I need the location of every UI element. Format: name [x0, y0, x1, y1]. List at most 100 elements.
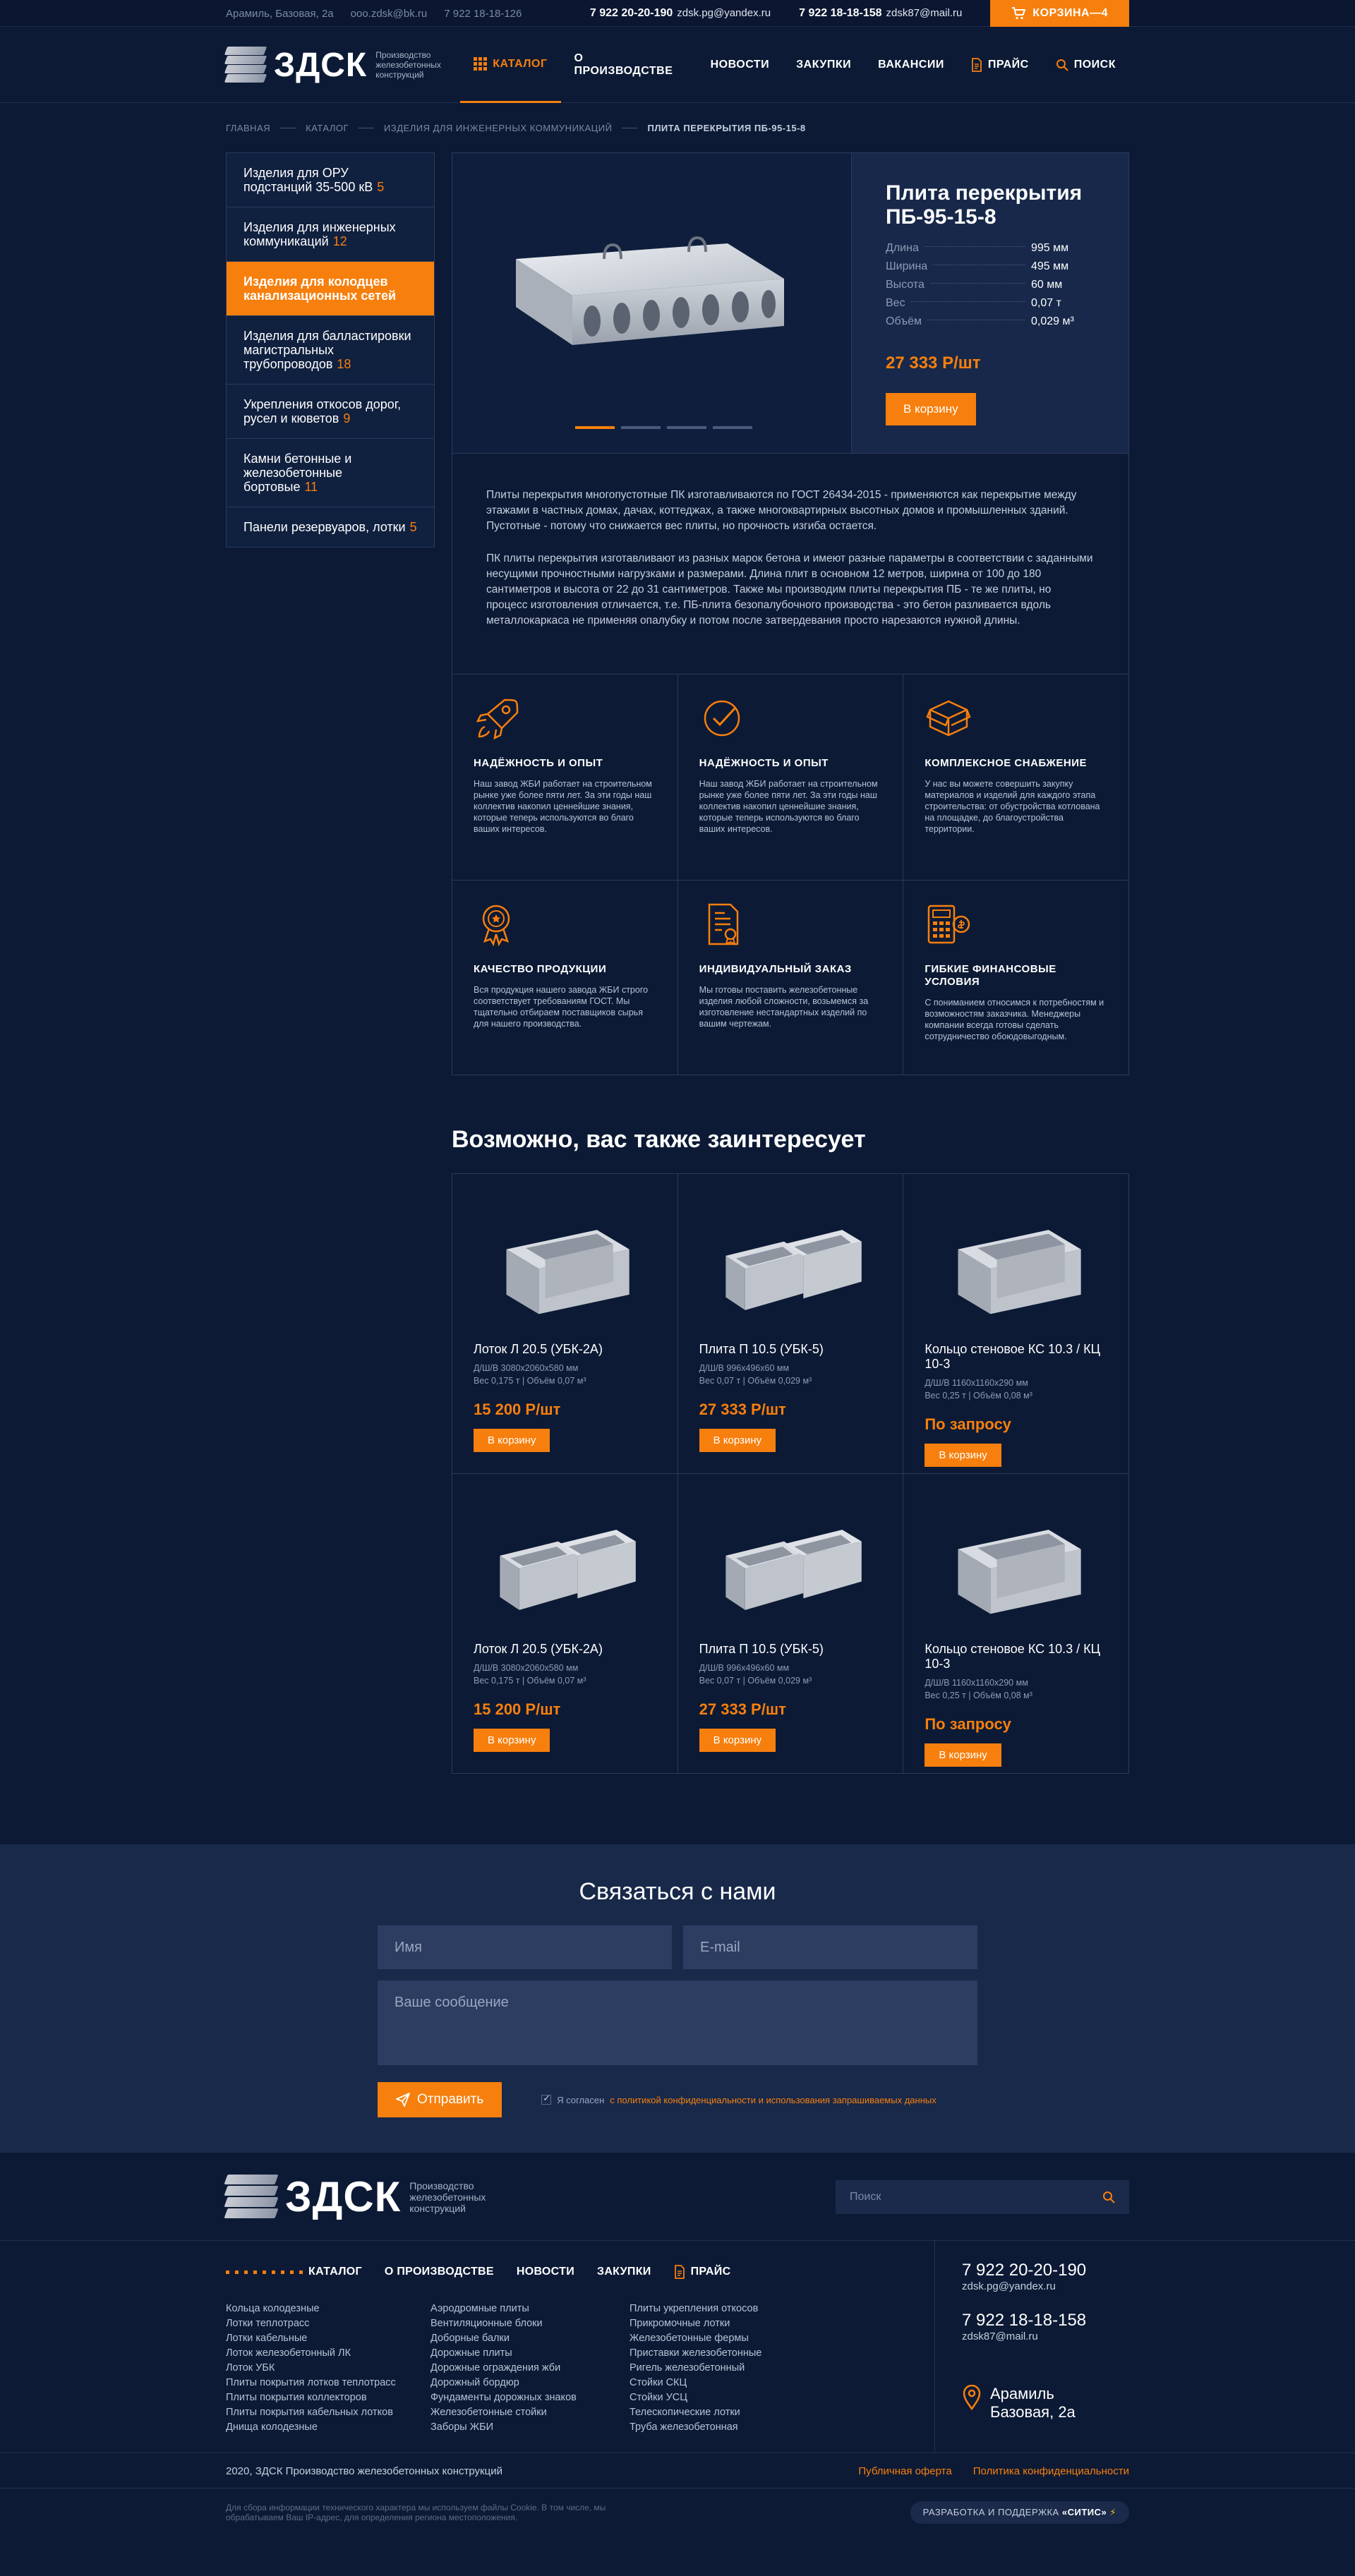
message-textarea[interactable]: Ваше сообщение — [378, 1981, 977, 2065]
nav-news[interactable]: НОВОСТИ — [697, 27, 783, 103]
topbar-email[interactable]: ooo.zdsk@bk.ru — [351, 8, 428, 20]
cart-button[interactable]: КОРЗИНА—4 — [990, 0, 1129, 27]
consent-checkbox-row[interactable]: Я согласен с политикой конфиденциальност… — [541, 2093, 937, 2105]
privacy-policy-footer-link[interactable]: Политика конфиденциальности — [973, 2465, 1129, 2477]
add-to-cart-button[interactable]: В корзину — [886, 393, 976, 425]
related-product-title[interactable]: Плита П 10.5 (УБК-5) — [699, 1642, 882, 1657]
footer-link[interactable]: Телескопические лотки — [630, 2405, 834, 2420]
search-icon[interactable] — [1102, 2191, 1115, 2203]
related-product-card[interactable]: Кольцо стеновое КС 10.3 / КЦ 10-3 Д/Ш/В 1… — [903, 1174, 1129, 1474]
footer-link[interactable]: Железобетонные стойки — [430, 2405, 630, 2420]
footer-link[interactable]: Дорожные плиты — [430, 2346, 630, 2361]
related-product-card[interactable]: Плита П 10.5 (УБК-5) Д/Ш/В 996х496х60 мм В… — [678, 1174, 904, 1474]
topbar-contact-2[interactable]: 7 922 18-18-158 zdsk87@mail.ru — [799, 7, 962, 20]
sidebar-item-ballast[interactable]: Изделия для балластировки магистральных … — [227, 316, 434, 385]
footer-link[interactable]: Плиты покрытия коллекторов — [226, 2390, 430, 2405]
nav-catalog[interactable]: КАТАЛОГ — [460, 27, 561, 103]
sidebar-item-slopes[interactable]: Укрепления откосов дорог, русел и кювето… — [227, 385, 434, 439]
related-add-to-cart-button[interactable]: В корзину — [474, 1429, 550, 1452]
footer-link[interactable]: Железобетонные фермы — [630, 2331, 834, 2346]
related-product-title[interactable]: Лоток Л 20.5 (УБК-2А) — [474, 1642, 656, 1657]
related-product-card[interactable]: Лоток Л 20.5 (УБК-2А) Д/Ш/В 3080х2060х580… — [452, 1174, 678, 1474]
footer-link[interactable]: Дорожные ограждения жби — [430, 2361, 630, 2376]
footer-nav-production[interactable]: О ПРОИЗВОДСТВЕ — [385, 2265, 494, 2279]
footer-link[interactable]: Днища колодезные — [226, 2420, 430, 2435]
footer-nav-price[interactable]: ПРАЙС — [674, 2265, 731, 2279]
footer-link[interactable]: Лоток УБК — [226, 2361, 430, 2376]
footer-link[interactable]: Заборы ЖБИ — [430, 2420, 630, 2435]
gallery-dot-3[interactable] — [667, 426, 706, 429]
related-product-title[interactable]: Плита П 10.5 (УБК-5) — [699, 1342, 882, 1357]
related-product-image[interactable] — [699, 1195, 882, 1329]
related-add-to-cart-button[interactable]: В корзину — [474, 1729, 550, 1752]
gallery-dot-1[interactable] — [575, 426, 615, 429]
send-button[interactable]: Отправить — [378, 2082, 502, 2117]
topbar-contact-1[interactable]: 7 922 20-20-190 zdsk.pg@yandex.ru — [590, 7, 771, 20]
footer-link[interactable]: Стойки СКЦ — [630, 2376, 834, 2390]
related-product-image[interactable] — [925, 1495, 1107, 1629]
footer-logo[interactable]: ЗДСК Производство железобетонных констру… — [224, 2172, 508, 2221]
related-product-title[interactable]: Лоток Л 20.5 (УБК-2А) — [474, 1342, 656, 1357]
breadcrumb-catalog[interactable]: КАТАЛОГ — [306, 123, 349, 133]
breadcrumb-category[interactable]: ИЗДЕЛИЯ ДЛЯ ИНЖЕНЕРНЫХ КОММУНИКАЦИЙ — [384, 123, 612, 133]
footer-link[interactable]: Дорожный бордюр — [430, 2376, 630, 2390]
sidebar-item-curbs[interactable]: Камни бетонные и железобетонные бортовые… — [227, 439, 434, 507]
related-product-card[interactable]: Плита П 10.5 (УБК-5) Д/Ш/В 996х496х60 мм В… — [678, 1474, 904, 1774]
footer-phone-1[interactable]: 7 922 20-20-190 — [962, 2261, 1129, 2280]
related-product-card[interactable]: Кольцо стеновое КС 10.3 / КЦ 10-3 Д/Ш/В 1… — [903, 1474, 1129, 1774]
related-product-image[interactable] — [474, 1195, 656, 1329]
footer-nav-news[interactable]: НОВОСТИ — [517, 2265, 574, 2279]
related-product-title[interactable]: Кольцо стеновое КС 10.3 / КЦ 10-3 — [925, 1342, 1107, 1372]
gallery-dot-4[interactable] — [713, 426, 752, 429]
related-add-to-cart-button[interactable]: В корзину — [925, 1444, 1001, 1467]
nav-production[interactable]: О ПРОИЗВОДСТВЕ — [561, 27, 697, 103]
footer-link[interactable]: Лотки кабельные — [226, 2331, 430, 2346]
nav-price[interactable]: ПРАЙС — [958, 27, 1042, 103]
public-offer-link[interactable]: Публичная оферта — [858, 2465, 951, 2477]
footer-link[interactable]: Стойки УСЦ — [630, 2390, 834, 2405]
related-add-to-cart-button[interactable]: В корзину — [925, 1743, 1001, 1767]
footer-link[interactable]: Доборные балки — [430, 2331, 630, 2346]
footer-link[interactable]: Кольца колодезные — [226, 2302, 430, 2316]
site-logo[interactable]: ЗДСК Производство железобетонных констру… — [224, 46, 460, 85]
footer-link[interactable]: Вентиляционные блоки — [430, 2316, 630, 2331]
footer-link[interactable]: Приставки железобетонные — [630, 2346, 834, 2361]
nav-vacancies[interactable]: ВАКАНСИИ — [865, 27, 958, 103]
related-product-image[interactable] — [925, 1195, 1107, 1329]
footer-link[interactable]: Лотки теплотрасс — [226, 2316, 430, 2331]
sidebar-item-oru[interactable]: Изделия для ОРУ подстанций 35-500 кВ 5 — [227, 153, 434, 207]
related-product-card[interactable]: Лоток Л 20.5 (УБК-2А) Д/Ш/В 3080х2060х580… — [452, 1474, 678, 1774]
footer-link[interactable]: Плиты покрытия лотков теплотрасс — [226, 2376, 430, 2390]
related-product-image[interactable] — [474, 1495, 656, 1629]
footer-link[interactable]: Плиты укрепления откосов — [630, 2302, 834, 2316]
privacy-policy-link[interactable]: с политикой конфиденциальности и использ… — [610, 2095, 936, 2105]
footer-link[interactable]: Труба железобетонная — [630, 2420, 834, 2435]
gallery-dot-2[interactable] — [621, 426, 661, 429]
topbar-phone[interactable]: 7 922 18-18-126 — [444, 8, 522, 20]
sidebar-item-sewer-wells[interactable]: Изделия для колодцев канализационных сет… — [227, 262, 434, 316]
footer-link[interactable]: Фундаменты дорожных знаков — [430, 2390, 630, 2405]
footer-email-1[interactable]: zdsk.pg@yandex.ru — [962, 2280, 1129, 2292]
developer-badge[interactable]: РАЗРАБОТКА И ПОДДЕРЖКА «СИТИС» ⚡ — [910, 2501, 1129, 2524]
footer-nav-catalog[interactable]: КАТАЛОГ — [226, 2265, 362, 2279]
footer-link[interactable]: Ригель железобетонный — [630, 2361, 834, 2376]
consent-checkbox[interactable] — [541, 2093, 552, 2105]
footer-search-input[interactable]: Поиск — [836, 2179, 1129, 2214]
related-product-image[interactable] — [699, 1495, 882, 1629]
sidebar-item-tanks[interactable]: Панели резервуаров, лотки 5 — [227, 507, 434, 547]
nav-purchases[interactable]: ЗАКУПКИ — [783, 27, 865, 103]
footer-phone-2[interactable]: 7 922 18-18-158 — [962, 2311, 1129, 2330]
name-input[interactable]: Имя — [378, 1925, 672, 1969]
email-input[interactable]: E-mail — [683, 1925, 977, 1969]
footer-link[interactable]: Аэродромные плиты — [430, 2302, 630, 2316]
footer-email-2[interactable]: zdsk87@mail.ru — [962, 2330, 1129, 2342]
sidebar-item-engineering[interactable]: Изделия для инженерных коммуникаций 12 — [227, 207, 434, 262]
related-product-title[interactable]: Кольцо стеновое КС 10.3 / КЦ 10-3 — [925, 1642, 1107, 1671]
footer-link[interactable]: Лоток железобетонный ЛК — [226, 2346, 430, 2361]
related-add-to-cart-button[interactable]: В корзину — [699, 1429, 776, 1452]
nav-search[interactable]: ПОИСК — [1042, 27, 1129, 103]
footer-link[interactable]: Прикромочные лотки — [630, 2316, 834, 2331]
breadcrumb-home[interactable]: ГЛАВНАЯ — [226, 123, 270, 133]
related-add-to-cart-button[interactable]: В корзину — [699, 1729, 776, 1752]
footer-link[interactable]: Плиты покрытия кабельных лотков — [226, 2405, 430, 2420]
